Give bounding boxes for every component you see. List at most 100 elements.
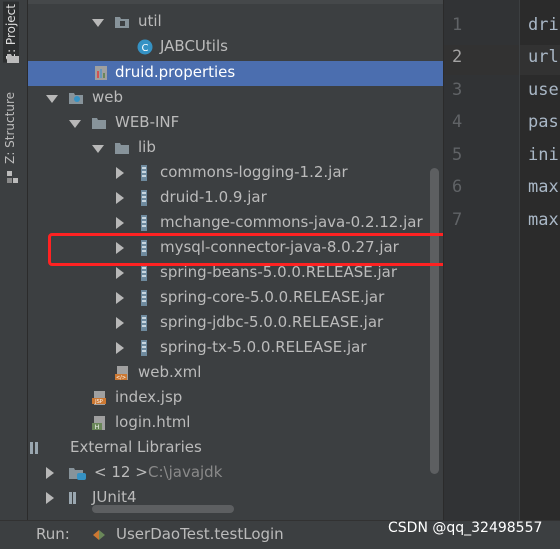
line-number: 4 — [452, 112, 463, 132]
line-number: 1 — [452, 15, 463, 35]
code-line: ini — [528, 145, 559, 165]
tree-label: index.jsp — [115, 388, 183, 406]
collapsed-arrow-icon[interactable] — [46, 467, 54, 479]
tree-label: JABCUtils — [160, 37, 228, 55]
code-editor[interactable]: dri url use pas ini max max — [519, 0, 560, 520]
tree-label: mchange-commons-java-0.2.12.jar — [160, 213, 423, 231]
tree-label: External Libraries — [70, 438, 202, 456]
tree-node-jar[interactable]: spring-tx-5.0.0.RELEASE.jar — [28, 336, 443, 361]
code-line: url — [528, 47, 559, 67]
run-tab-userdaotest[interactable]: UserDaoTest.testLogin — [88, 523, 298, 547]
code-line: max — [528, 210, 559, 230]
svg-text:C: C — [142, 43, 149, 54]
svg-text:</>: </> — [116, 375, 126, 381]
line-number-row: 4 — [444, 110, 519, 140]
collapsed-arrow-icon[interactable] — [116, 192, 124, 204]
tree-node-login-html[interactable]: H login.html — [28, 411, 443, 436]
jar-icon — [141, 165, 147, 181]
tree-horizontal-scrollbar[interactable] — [92, 505, 234, 513]
tree-label: WEB-INF — [115, 113, 180, 131]
jar-icon — [141, 340, 147, 356]
tree-header-edge — [28, 0, 443, 4]
html-file-icon: H — [92, 416, 105, 431]
line-number-row: 3 — [444, 78, 519, 108]
web-folder-icon — [69, 93, 83, 104]
structure-icon — [7, 171, 18, 183]
tree-node-jar[interactable]: spring-core-5.0.0.RELEASE.jar — [28, 286, 443, 311]
tree-node-web[interactable]: web — [28, 86, 443, 111]
watermark: CSDN @qq_32498557 — [388, 520, 543, 536]
tree-label: druid.properties — [115, 63, 236, 81]
collapsed-arrow-icon[interactable] — [116, 292, 124, 304]
expanded-arrow-icon[interactable] — [69, 120, 81, 128]
jar-icon — [141, 190, 147, 206]
svg-text:H: H — [95, 424, 100, 431]
code-line: dri — [528, 15, 559, 35]
run-label: Run: — [36, 525, 70, 543]
line-number: 2 — [452, 47, 463, 67]
tree-node-util[interactable]: util — [28, 10, 443, 35]
collapsed-arrow-icon[interactable] — [46, 492, 54, 504]
tree-label: JUnit4 — [92, 488, 137, 506]
tree-label: druid-1.0.9.jar — [160, 188, 267, 206]
jar-icon — [141, 290, 147, 306]
tree-label: spring-jdbc-5.0.0.RELEASE.jar — [160, 313, 384, 331]
collapsed-arrow-icon[interactable] — [116, 217, 124, 229]
line-number: 3 — [452, 80, 463, 100]
folder-icon — [92, 118, 106, 129]
tree-node-external-libraries[interactable]: External Libraries — [28, 436, 443, 461]
collapsed-arrow-icon[interactable] — [116, 342, 124, 354]
tree-node-jabcutils[interactable]: C JABCUtils — [28, 35, 443, 60]
jar-icon — [141, 215, 147, 231]
expanded-arrow-icon[interactable] — [92, 145, 104, 153]
line-number-row: 6 — [444, 175, 519, 205]
tree-node-jar[interactable]: commons-logging-1.2.jar — [28, 161, 443, 186]
libraries-icon — [30, 442, 38, 454]
package-folder-icon — [115, 17, 129, 28]
tree-node-lib[interactable]: lib — [28, 136, 443, 161]
tree-node-web-inf[interactable]: WEB-INF — [28, 111, 443, 136]
line-number-row: 5 — [444, 143, 519, 173]
tool-window-strip: 1: Project Z: Structure — [0, 0, 28, 520]
line-number-row-current: 2 — [444, 45, 519, 75]
tree-node-index-jsp[interactable]: JSP index.jsp — [28, 386, 443, 411]
expanded-arrow-icon[interactable] — [46, 95, 58, 103]
tree-node-jar[interactable]: spring-jdbc-5.0.0.RELEASE.jar — [28, 311, 443, 336]
structure-tool-tab[interactable]: Z: Structure — [3, 92, 17, 164]
tree-node-web-xml[interactable]: </> web.xml — [28, 361, 443, 386]
collapsed-arrow-icon[interactable] — [116, 317, 124, 329]
library-icon — [69, 492, 76, 504]
code-line: max — [528, 177, 559, 197]
jar-icon — [141, 315, 147, 331]
tree-node-jdk[interactable]: < 12 > C:\javajdk — [28, 461, 443, 486]
svg-text:JSP: JSP — [94, 399, 103, 405]
tree-label: < 12 > — [94, 463, 148, 481]
tree-node-junit[interactable]: JUnit4 — [28, 486, 443, 511]
folder-icon — [115, 143, 129, 154]
tree-label: spring-tx-5.0.0.RELEASE.jar — [160, 338, 367, 356]
collapsed-arrow-icon[interactable] — [116, 267, 124, 279]
jdk-path: C:\javajdk — [148, 463, 223, 481]
line-number: 5 — [452, 145, 463, 165]
tree-label: util — [138, 12, 162, 30]
jsp-file-icon: JSP — [92, 391, 106, 405]
collapsed-arrow-icon[interactable] — [116, 167, 124, 179]
line-number: 7 — [452, 210, 463, 230]
tree-label: web — [92, 88, 124, 106]
editor-gutter: 1 2 3 4 5 6 7 — [443, 0, 519, 520]
expanded-arrow-icon[interactable] — [92, 19, 104, 27]
tree-vertical-scrollbar[interactable] — [430, 168, 439, 474]
tree-label: lib — [138, 138, 156, 156]
tree-label: web.xml — [138, 363, 202, 381]
tree-node-jar[interactable]: druid-1.0.9.jar — [28, 186, 443, 211]
jdk-folder-icon — [69, 468, 86, 480]
tree-node-druid-properties[interactable]: druid.properties — [28, 61, 443, 86]
annotation-highlight-box — [48, 233, 469, 266]
jar-icon — [141, 265, 147, 281]
java-class-icon: C — [137, 39, 153, 55]
line-number: 6 — [452, 177, 463, 197]
properties-file-icon — [95, 66, 107, 80]
line-number-row: 1 — [444, 13, 519, 43]
code-line: pas — [528, 112, 559, 132]
line-number-row: 7 — [444, 208, 519, 238]
